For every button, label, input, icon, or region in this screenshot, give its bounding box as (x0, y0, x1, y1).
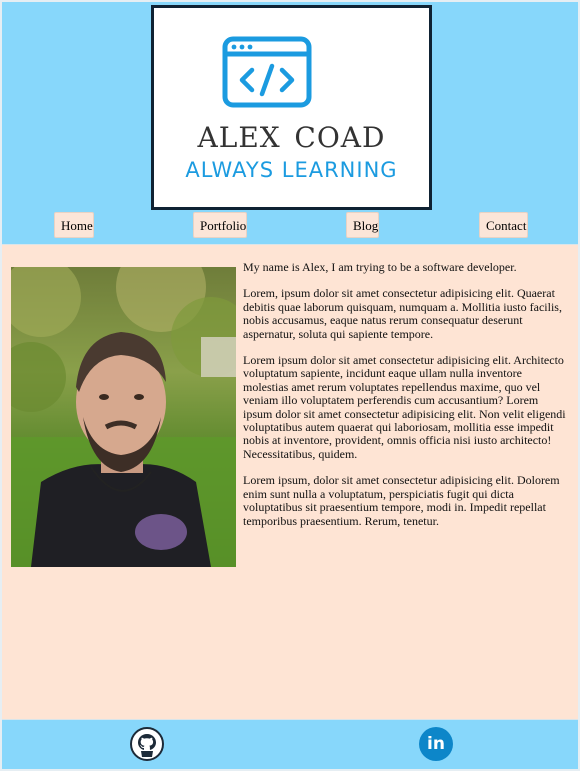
main-content: My name is Alex, I am trying to be a sof… (2, 244, 578, 720)
intro-paragraph: My name is Alex, I am trying to be a sof… (243, 260, 517, 274)
body-paragraph: Lorem ipsum, dolor sit amet consectetur … (243, 473, 560, 528)
logo: ALEX COAD ALWAYS LEARNING (151, 5, 432, 210)
page: ALEX COAD ALWAYS LEARNING Home Portfolio… (0, 0, 580, 771)
body-paragraph: Lorem ipsum dolor sit amet consectetur a… (243, 353, 566, 461)
main-nav: Home Portfolio Blog Contact (2, 212, 578, 240)
logo-name: ALEX COAD (197, 111, 386, 157)
about-text: My name is Alex, I am trying to be a sof… (243, 260, 569, 541)
logo-tagline: ALWAYS LEARNING (185, 158, 398, 182)
github-icon[interactable] (130, 727, 164, 761)
nav-blog-button[interactable]: Blog (346, 212, 379, 238)
profile-photo (11, 267, 236, 567)
github-icon-glyph (138, 734, 156, 757)
linkedin-icon[interactable]: in (419, 727, 453, 761)
nav-portfolio-button[interactable]: Portfolio (193, 212, 247, 238)
profile-photo-image (11, 267, 236, 567)
nav-home-button[interactable]: Home (54, 212, 94, 238)
footer: in (2, 720, 578, 769)
code-window-icon (222, 36, 312, 108)
body-paragraph: Lorem, ipsum dolor sit amet consectetur … (243, 286, 562, 341)
header: ALEX COAD ALWAYS LEARNING Home Portfolio… (2, 2, 578, 244)
nav-contact-button[interactable]: Contact (479, 212, 528, 238)
